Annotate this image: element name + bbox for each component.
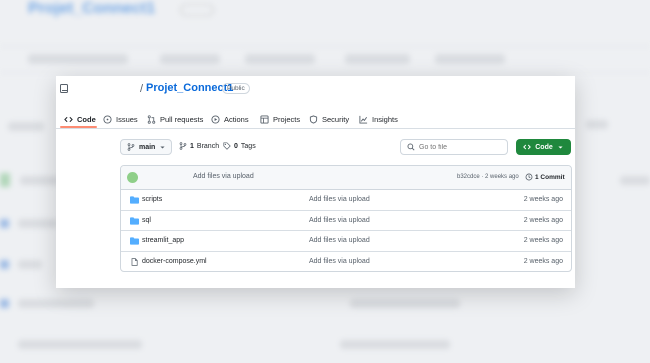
folder-icon xyxy=(130,216,139,225)
visibility-badge: Public xyxy=(222,83,250,94)
repo-nav-tabs: Code Issues Pull requests Actions Projec… xyxy=(56,107,575,129)
tab-actions[interactable]: Actions xyxy=(211,111,249,127)
file-updated-time: 2 weeks ago xyxy=(523,257,563,265)
file-updated-time: 2 weeks ago xyxy=(523,196,563,203)
issue-icon xyxy=(103,114,112,124)
file-list: Add files via upload b32cdce · 2 weeks a… xyxy=(120,165,572,272)
go-to-file-box[interactable] xyxy=(400,139,508,155)
backdrop-row xyxy=(18,219,58,228)
tab-label: Code xyxy=(77,114,96,124)
folder-icon xyxy=(130,196,139,204)
backdrop-row xyxy=(350,299,460,308)
backdrop-title: Projet_Connect1 xyxy=(28,0,156,17)
branch-count-label: Branch xyxy=(196,142,220,150)
backdrop-row xyxy=(18,299,94,308)
tags-link[interactable]: 0 Tags xyxy=(223,142,256,150)
file-commit-message[interactable]: Add files via upload xyxy=(309,217,370,224)
tab-projects[interactable]: Projects xyxy=(260,111,300,127)
file-updated-time: 2 weeks ago xyxy=(523,216,563,224)
table-row[interactable]: docker-compose.yml Add files via upload … xyxy=(121,252,571,272)
backdrop-tabbar xyxy=(0,48,650,70)
repo-name-link[interactable]: Projet_Connect1 xyxy=(146,82,233,94)
code-button-label: Code xyxy=(535,143,553,151)
tab-label: Pull requests xyxy=(160,114,204,124)
file-commit-message[interactable]: Add files via upload xyxy=(309,196,370,203)
backdrop-folder xyxy=(0,299,9,308)
file-name-link[interactable]: scripts xyxy=(142,196,162,203)
backdrop-folder xyxy=(0,260,9,269)
tag-icon xyxy=(223,142,231,150)
file-name-link[interactable]: sql xyxy=(142,217,151,224)
tab-label: Security xyxy=(322,114,350,124)
tab-security[interactable]: Security xyxy=(309,111,349,127)
tab-label: Insights xyxy=(372,114,398,124)
commits-link[interactable]: 1 Commit xyxy=(525,173,565,181)
chevron-down-icon xyxy=(160,145,165,149)
tab-label: Projects xyxy=(273,114,301,124)
code-icon xyxy=(64,116,73,122)
history-icon xyxy=(525,173,533,181)
file-updated-time: 2 weeks ago xyxy=(523,237,563,244)
file-name-link[interactable]: streamlit_app xyxy=(142,237,184,244)
tab-code[interactable]: Code xyxy=(64,111,96,127)
backdrop-row xyxy=(620,176,650,185)
branch-name: main xyxy=(139,143,156,151)
backdrop-avatar xyxy=(0,173,10,187)
branch-icon xyxy=(179,142,187,150)
branch-count: 1 xyxy=(190,142,194,150)
table-row[interactable]: streamlit_app Add files via upload 2 wee… xyxy=(121,231,571,252)
code-icon xyxy=(523,144,532,150)
chevron-down-icon xyxy=(558,145,563,149)
tag-count-label: Tags xyxy=(240,142,256,150)
backdrop-folder xyxy=(0,219,9,228)
tab-label: Actions xyxy=(224,114,249,124)
file-name-link[interactable]: docker-compose.yml xyxy=(142,258,207,265)
header-divider xyxy=(56,128,575,129)
repository-window: / Projet_Connect1 Public Code Issues Pul… xyxy=(56,76,575,288)
backdrop-badge xyxy=(180,4,214,16)
backdrop-row xyxy=(586,120,608,129)
branches-link[interactable]: 1 Branch xyxy=(179,142,219,150)
repo-header: / Projet_Connect1 Public xyxy=(56,76,575,100)
tag-count: 0 xyxy=(234,142,238,150)
branch-select-button[interactable]: main xyxy=(120,139,172,155)
search-icon xyxy=(407,143,415,151)
shield-icon xyxy=(309,114,318,124)
tab-issues[interactable]: Issues xyxy=(103,111,138,127)
graph-icon xyxy=(359,115,368,124)
commit-message-link[interactable]: Add files via upload xyxy=(193,173,254,180)
file-commit-message[interactable]: Add files via upload xyxy=(309,258,370,265)
tab-pull-requests[interactable]: Pull requests xyxy=(147,111,203,127)
table-row[interactable]: scripts Add files via upload 2 weeks ago xyxy=(121,190,571,211)
repo-path-separator: / xyxy=(140,83,144,95)
code-dropdown-button[interactable]: Code xyxy=(516,139,571,155)
branch-icon xyxy=(127,143,135,151)
table-icon xyxy=(260,114,269,124)
backdrop-divider xyxy=(0,72,650,73)
tab-label: Issues xyxy=(116,114,138,124)
commit-count: 1 Commit xyxy=(535,173,565,181)
pull-request-icon xyxy=(147,114,156,124)
commit-hash-time[interactable]: b32cdce · 2 weeks ago xyxy=(457,174,519,180)
repo-icon xyxy=(60,84,68,93)
backdrop-row xyxy=(18,260,42,269)
go-to-file-input[interactable] xyxy=(419,143,499,151)
backdrop-row xyxy=(8,122,44,131)
file-icon xyxy=(131,257,138,266)
avatar[interactable] xyxy=(127,172,138,183)
tab-insights[interactable]: Insights xyxy=(359,111,398,127)
latest-commit-bar: Add files via upload b32cdce · 2 weeks a… xyxy=(121,166,571,190)
backdrop-divider xyxy=(0,46,650,47)
table-row[interactable]: sql Add files via upload 2 weeks ago xyxy=(121,211,571,231)
file-controls: main 1 Branch 0 Tags Code xyxy=(120,139,572,156)
file-commit-message[interactable]: Add files via upload xyxy=(309,237,370,244)
play-icon xyxy=(211,114,220,124)
backdrop-row xyxy=(340,340,450,349)
folder-icon xyxy=(130,237,139,245)
backdrop-row xyxy=(18,340,142,349)
backdrop-row xyxy=(20,176,60,185)
